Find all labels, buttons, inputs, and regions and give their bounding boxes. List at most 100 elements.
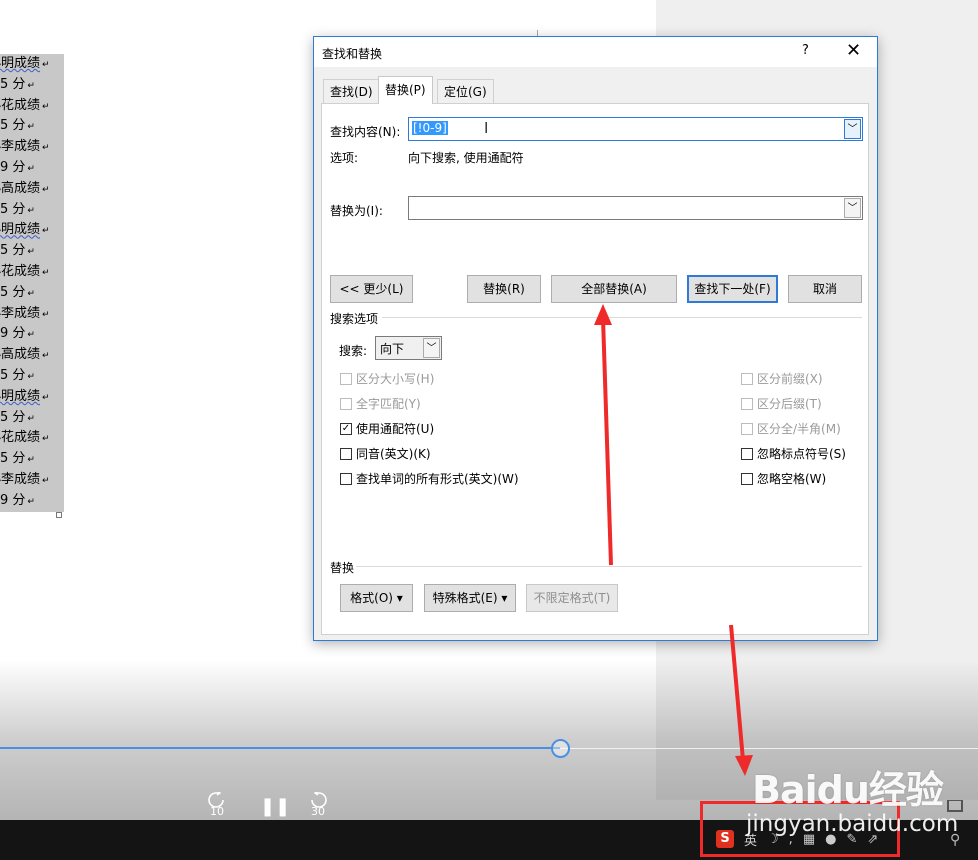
- chevron-down-icon[interactable]: ﹀: [844, 198, 861, 218]
- document-line: 小明成绩↵: [0, 54, 64, 75]
- paragraph-mark-icon: ↵: [42, 434, 50, 445]
- paragraph-mark-icon: ↵: [27, 163, 35, 174]
- option-checkbox[interactable]: 同音(英文)(K): [340, 445, 431, 462]
- document-line: 5 分 ↵: [0, 283, 64, 304]
- chevron-down-icon[interactable]: ﹀: [423, 338, 440, 358]
- replace-button[interactable]: 替换(R): [467, 275, 541, 303]
- special-format-button[interactable]: 特殊格式(E) ▾: [424, 584, 516, 612]
- option-checkbox[interactable]: ✓ 使用通配符(U): [340, 420, 434, 437]
- checkbox-icon[interactable]: [741, 447, 753, 460]
- search-direction-label: 搜索:: [339, 344, 368, 358]
- cancel-button[interactable]: 取消: [788, 275, 862, 303]
- replace-label: 替换为(I):: [330, 204, 383, 218]
- option-checkbox[interactable]: 区分全/半角(M): [741, 420, 841, 437]
- find-next-button[interactable]: 查找下一处(F): [687, 275, 778, 303]
- document-line-text: 小花成绩: [0, 263, 41, 279]
- tab-replace[interactable]: 替换(P): [378, 76, 433, 104]
- document-line: 9 分 ↵: [0, 324, 64, 345]
- option-checkbox-label: 区分后缀(T): [757, 397, 822, 411]
- paragraph-mark-icon: ↵: [27, 205, 35, 216]
- replace-section-header: 替换: [330, 561, 355, 575]
- help-button[interactable]: ?: [802, 43, 809, 58]
- document-line-text: 9 分: [0, 326, 26, 342]
- document-line-text: 小明成绩: [0, 56, 41, 71]
- document-line-text: 小高成绩: [0, 180, 41, 196]
- tab-find[interactable]: 查找(D): [323, 79, 380, 103]
- document-line: 5 分 ↵: [0, 200, 64, 221]
- document-line: 小明成绩↵: [0, 220, 64, 241]
- document-line-text: 9 分: [0, 492, 26, 508]
- paragraph-mark-icon: ↵: [42, 101, 50, 112]
- format-button[interactable]: 格式(O) ▾: [340, 584, 413, 612]
- paragraph-mark-icon: ↵: [42, 184, 50, 195]
- forward-30-button[interactable]: 30: [306, 790, 330, 818]
- chevron-down-icon[interactable]: ﹀: [844, 119, 861, 139]
- option-checkbox-label: 区分大小写(H): [356, 372, 435, 386]
- document-line: 9 分 ↵: [0, 158, 64, 179]
- search-direction-select[interactable]: 向下 ﹀: [375, 336, 442, 360]
- close-button[interactable]: ✕: [846, 40, 861, 61]
- paragraph-mark-icon: ↵: [27, 413, 35, 424]
- checkbox-icon[interactable]: [340, 372, 352, 385]
- watermark-url: jingyan.baidu.com: [746, 811, 959, 837]
- option-checkbox[interactable]: 忽略空格(W): [741, 470, 826, 487]
- document-line-text: 小李成绩: [0, 139, 41, 155]
- video-progress-handle[interactable]: [550, 739, 570, 758]
- selection-anchor: [56, 512, 62, 518]
- document-line: 小明成绩↵: [0, 387, 64, 408]
- option-checkbox-label: 忽略空格(W): [757, 472, 827, 486]
- options-label: 选项:: [330, 151, 359, 165]
- document-line: 5 分 ↵: [0, 408, 64, 429]
- tab-goto[interactable]: 定位(G): [437, 79, 494, 103]
- checkbox-icon[interactable]: [741, 397, 753, 410]
- checkbox-icon[interactable]: [741, 472, 753, 485]
- pause-button[interactable]: ❚❚: [260, 796, 290, 817]
- option-checkbox-label: 同音(英文)(K): [356, 447, 431, 461]
- checkbox-icon[interactable]: [340, 472, 352, 485]
- option-checkbox[interactable]: 区分后缀(T): [741, 395, 822, 412]
- dialog-titlebar[interactable]: 查找和替换 ? ✕: [314, 37, 877, 67]
- find-input[interactable]: [!0-9] ﹀: [408, 117, 863, 141]
- find-replace-dialog: 查找和替换 ? ✕ 查找(D) 替换(P) 定位(G) 查找内容(N): [!0…: [313, 36, 878, 641]
- document-line-text: 9 分: [0, 159, 26, 175]
- option-checkbox[interactable]: 查找单词的所有形式(英文)(W): [340, 470, 519, 487]
- checkbox-icon[interactable]: [340, 397, 352, 410]
- replace-all-button[interactable]: 全部替换(A): [551, 275, 677, 303]
- document-line-text: 小花成绩: [0, 430, 41, 446]
- paragraph-mark-icon: ↵: [42, 143, 50, 154]
- document-line-text: 5 分: [0, 118, 26, 134]
- option-checkbox[interactable]: 忽略标点符号(S): [741, 445, 846, 462]
- paragraph-mark-icon: ↵: [27, 80, 35, 91]
- paragraph-mark-icon: ↵: [27, 330, 35, 341]
- document-line-text: 5 分: [0, 76, 26, 92]
- document-line-text: 5 分: [0, 409, 26, 425]
- replace-input[interactable]: ﹀: [408, 196, 863, 220]
- document-line: 小花成绩↵: [0, 428, 64, 449]
- option-checkbox-label: 忽略标点符号(S): [757, 447, 846, 461]
- document-line: 5 分 ↵: [0, 366, 64, 387]
- checkmark-icon[interactable]: ✓: [340, 422, 352, 435]
- document-text-selection[interactable]: 小明成绩↵5 分↵小花成绩↵5 分↵小李成绩↵9 分↵小高成绩↵5 分↵小明成绩…: [0, 54, 64, 512]
- document-line-text: 小明成绩: [0, 388, 41, 404]
- search-direction-value: 向下: [380, 342, 405, 356]
- document-line-text: 5 分: [0, 243, 26, 259]
- replace-tab-panel: 查找内容(N): [!0-9] ﹀ I 选项: 向下搜索, 使用通配符 替换为(…: [321, 103, 869, 635]
- option-checkbox[interactable]: 区分前缀(X): [741, 370, 823, 387]
- checkbox-icon[interactable]: [741, 372, 753, 385]
- baidu-watermark: Baidu经验 jingyan.baidu.com: [746, 770, 958, 838]
- option-checkbox[interactable]: 全字匹配(Y): [340, 395, 421, 412]
- paragraph-mark-icon: ↵: [42, 60, 50, 70]
- paragraph-mark-icon: ↵: [42, 392, 50, 403]
- checkbox-icon[interactable]: [741, 422, 753, 435]
- option-checkbox-label: 查找单词的所有形式(英文)(W): [356, 472, 519, 486]
- paragraph-mark-icon: ↵: [27, 455, 35, 466]
- rewind-10-button[interactable]: 10: [205, 790, 229, 818]
- option-checkbox[interactable]: 区分大小写(H): [340, 370, 434, 387]
- document-line-text: 小明成绩: [0, 222, 41, 238]
- no-format-button[interactable]: 不限定格式(T): [526, 584, 618, 612]
- checkbox-icon[interactable]: [340, 447, 352, 460]
- document-line: 5 分 ↵: [0, 449, 64, 470]
- less-button[interactable]: << 更少(L): [330, 275, 413, 303]
- document-line: 小花成绩↵: [0, 262, 64, 283]
- search-options-header: 搜索选项: [330, 312, 379, 326]
